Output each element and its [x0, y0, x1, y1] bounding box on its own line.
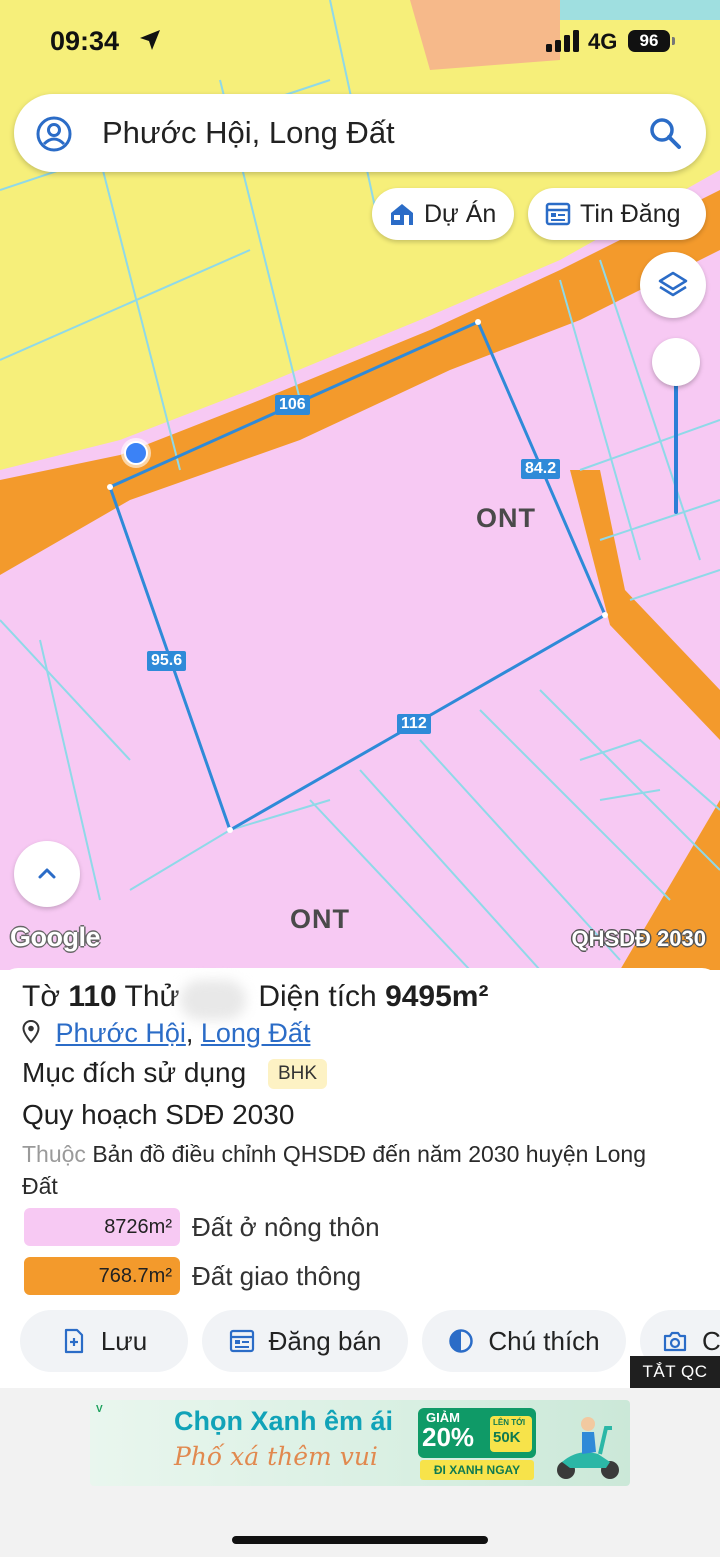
ad-brand-logo: V — [96, 1404, 103, 1415]
account-icon[interactable] — [36, 116, 72, 152]
map-view[interactable]: 106 84.2 95.6 112 ONT ONT 09:34 4G 96 Ph… — [0, 0, 720, 970]
opacity-slider-track[interactable] — [674, 384, 678, 514]
ad-discount: 20% — [422, 1422, 475, 1452]
plan-layer-tag: QHSDĐ 2030 — [571, 926, 706, 951]
blurred-lot-number — [180, 980, 246, 1020]
projects-chip[interactable]: Dự Án — [372, 188, 514, 240]
parcel-title: Tờ 110 Thử Diện tích 9495m² — [22, 980, 488, 1014]
zone-label: ONT — [476, 503, 536, 533]
ad-upto-box: LÊN TỚI 50K — [490, 1416, 532, 1452]
area-value-box: 8726m² — [24, 1208, 180, 1246]
parcel-info-panel: Tờ 110 Thử Diện tích 9495m² Phước Hội, L… — [0, 968, 720, 1388]
chevron-up-icon — [38, 868, 56, 879]
ad-banner[interactable]: V Chọn Xanh êm ái Phố xá thêm vui GIẢM 2… — [90, 1400, 630, 1486]
plan-title: Quy hoạch SDĐ 2030 — [22, 1099, 295, 1130]
house-icon — [391, 204, 413, 225]
save-label: Lưu — [100, 1325, 148, 1356]
purpose-label: Mục đích sử dụng — [22, 1057, 247, 1088]
sheet-number: 110 — [68, 980, 117, 1013]
search-input[interactable]: Phước Hội, Long Đất — [102, 115, 395, 151]
layers-button[interactable] — [640, 252, 706, 318]
signal-icon — [546, 30, 579, 52]
listings-chip-label: Tin Đăng — [580, 199, 681, 228]
layers-icon — [658, 271, 688, 297]
edge-length-label: 84.2 — [521, 459, 561, 479]
area-value-box: 768.7m² — [24, 1257, 180, 1295]
ad-subline: Phố xá thêm vui — [174, 1442, 378, 1471]
projects-chip-label: Dự Án — [424, 199, 497, 228]
post-sale-button[interactable]: Đăng bán — [202, 1310, 408, 1372]
edge-length-label: 112 — [397, 714, 431, 734]
listing-icon — [545, 202, 571, 226]
purpose-code-badge: BHK — [267, 1059, 328, 1089]
area-breakdown-row: 8726m² Đất ở nông thôn — [24, 1208, 380, 1246]
bookmark-add-icon — [64, 1328, 83, 1354]
location-separator: , — [185, 1018, 201, 1048]
ad-upto-label: LÊN TỚI — [493, 1418, 526, 1427]
edge-length-label: 95.6 — [147, 651, 187, 671]
area-breakdown-row: 768.7m² Đất giao thông — [24, 1257, 361, 1295]
network-label: 4G — [588, 29, 618, 54]
battery-tip — [672, 37, 675, 45]
land-use-purpose: Mục đích sử dụng BHK — [22, 1057, 328, 1089]
ad-area: V Chọn Xanh êm ái Phố xá thêm vui GIẢM 2… — [0, 1388, 720, 1557]
edge-length-label: 106 — [275, 395, 310, 415]
close-ad-button[interactable]: TẮT QC — [630, 1356, 720, 1388]
area-prefix: Diện tích — [258, 980, 377, 1013]
status-time: 09:34 — [50, 26, 120, 56]
lot-prefix: Thử — [124, 980, 180, 1013]
ad-promo-box: GIẢM 20% LÊN TỚI 50K — [418, 1408, 536, 1458]
ad-promo: GIẢM 20% LÊN TỚI 50K ĐI XANH NGAY — [418, 1408, 536, 1480]
listing-icon — [229, 1329, 254, 1353]
district-link[interactable]: Long Đất — [201, 1018, 311, 1048]
post-sale-label: Đăng bán — [268, 1325, 382, 1356]
scooter-icon — [557, 1417, 619, 1479]
area-value: 9495m² — [385, 980, 489, 1013]
camera-label: C — [702, 1325, 720, 1356]
save-button[interactable]: Lưu — [20, 1310, 188, 1372]
ad-headline: Chọn Xanh êm ái — [174, 1406, 394, 1436]
camera-icon — [663, 1331, 687, 1352]
belong-text: Bản đồ điều chỉnh QHSDĐ đến năm 2030 huy… — [22, 1141, 646, 1199]
zone-label: ONT — [290, 904, 350, 934]
expand-panel-button[interactable] — [14, 841, 80, 907]
belong-prefix: Thuộc — [22, 1141, 86, 1167]
area-type-label: Đất giao thông — [192, 1260, 362, 1291]
sheet-prefix: Tờ — [22, 980, 60, 1013]
search-icon[interactable] — [648, 116, 682, 150]
ad-cta-button[interactable]: ĐI XANH NGAY — [420, 1460, 534, 1480]
google-logo: Google — [10, 922, 101, 952]
ad-upto-value: 50K — [493, 1429, 521, 1446]
battery-icon: 96 — [628, 30, 670, 52]
pin-icon — [22, 1020, 40, 1044]
plan-source: Thuộc Bản đồ điều chỉnh QHSDĐ đến năm 20… — [22, 1138, 682, 1202]
home-indicator[interactable] — [232, 1536, 488, 1544]
location-arrow-icon — [140, 30, 160, 50]
legend-label: Chú thích — [488, 1325, 600, 1356]
listings-chip[interactable]: Tin Đăng — [528, 188, 706, 240]
opacity-slider-handle[interactable] — [652, 338, 700, 386]
ward-link[interactable]: Phước Hội — [56, 1018, 186, 1048]
parcel-location: Phước Hội, Long Đất — [22, 1018, 310, 1049]
legend-button[interactable]: Chú thích — [422, 1310, 626, 1372]
status-bar: 09:34 4G 96 — [0, 0, 720, 80]
contrast-icon — [449, 1329, 474, 1353]
area-type-label: Đất ở nông thôn — [192, 1211, 380, 1242]
search-bar[interactable]: Phước Hội, Long Đất — [14, 94, 706, 172]
